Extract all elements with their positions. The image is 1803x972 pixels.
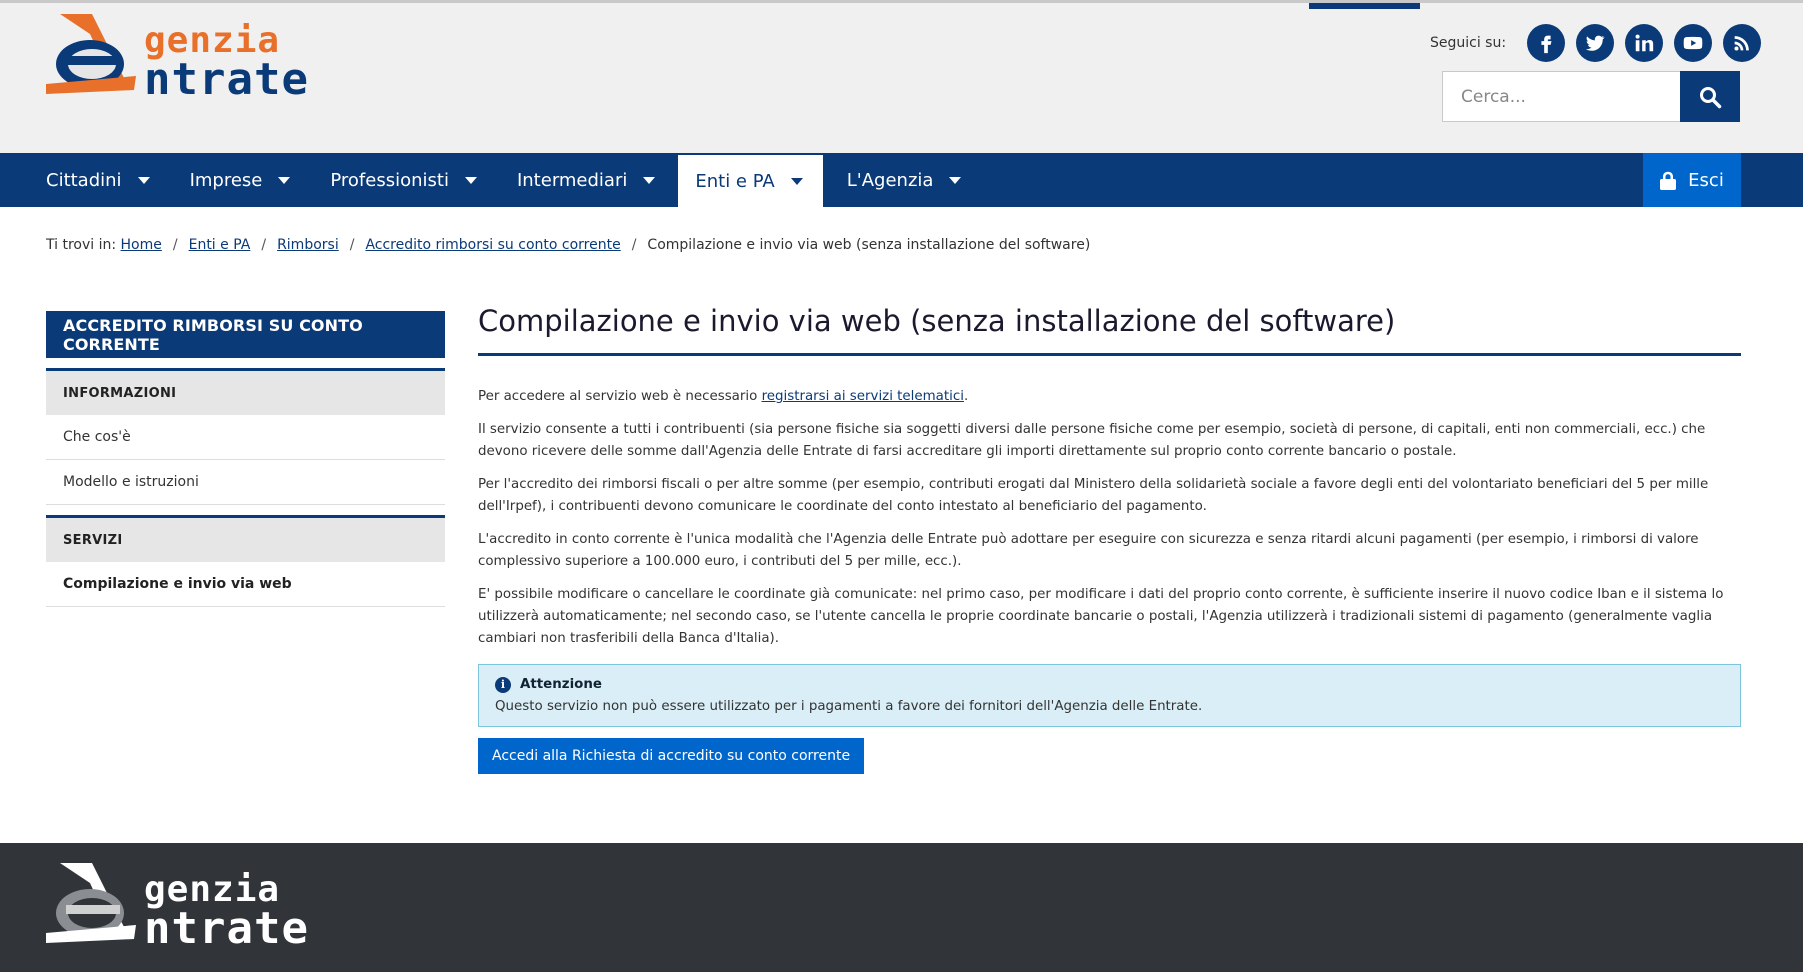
paragraph: E' possibile modificare o cancellare le … xyxy=(478,586,1724,646)
sidebar: ACCREDITO RIMBORSI SU CONTO CORRENTE INF… xyxy=(46,311,445,607)
nav-label: Intermediari xyxy=(516,169,628,191)
breadcrumb-current: Compilazione e invio via web (senza inst… xyxy=(647,237,1091,253)
logo-emblem-icon xyxy=(46,14,136,94)
linkedin-icon[interactable] xyxy=(1625,24,1664,62)
site-header: genzia ntrate Seguici su: xyxy=(0,0,1803,153)
caret-down-icon xyxy=(278,176,291,184)
search-button[interactable] xyxy=(1680,71,1740,122)
nav-item-cittadini[interactable]: Cittadini xyxy=(46,153,166,207)
breadcrumb-prefix: Ti trovi in: xyxy=(46,237,117,253)
breadcrumb-separator: / xyxy=(631,237,637,253)
facebook-icon[interactable] xyxy=(1527,24,1566,62)
registration-link[interactable]: registrarsi ai servizi telematici xyxy=(762,389,964,404)
sidebar-title[interactable]: ACCREDITO RIMBORSI SU CONTO CORRENTE xyxy=(46,311,445,358)
header-tab-indicator xyxy=(1309,3,1420,9)
caret-down-icon xyxy=(949,176,962,184)
caret-down-icon xyxy=(790,177,803,185)
article-body: Per accedere al servizio web è necessari… xyxy=(478,386,1741,650)
search-input[interactable] xyxy=(1443,72,1680,121)
breadcrumb-separator: / xyxy=(172,237,178,253)
alert-title: i Attenzione xyxy=(495,676,1724,693)
footer-logo[interactable]: genzia ntrate xyxy=(46,861,336,954)
nav-label: Professionisti xyxy=(330,169,449,191)
logout-button[interactable]: Esci xyxy=(1643,153,1741,207)
agenzia-entrate-logo[interactable]: genzia ntrate xyxy=(46,12,336,105)
caret-down-icon xyxy=(464,176,477,184)
paragraph: Per accedere al servizio web è necessari… xyxy=(478,386,1741,408)
paragraph: Per l'accredito dei rimborsi fiscali o p… xyxy=(478,476,1709,514)
breadcrumb-home[interactable]: Home xyxy=(121,237,162,253)
main-content: Compilazione e invio via web (senza inst… xyxy=(478,304,1741,774)
info-icon: i xyxy=(495,676,511,693)
access-request-button[interactable]: Accedi alla Richiesta di accredito su co… xyxy=(478,737,865,774)
paragraph-text: Per accedere al servizio web è necessari… xyxy=(478,388,762,404)
nav-item-professionisti[interactable]: Professionisti xyxy=(330,153,493,207)
social-links: Seguici su: xyxy=(1430,24,1762,62)
page-title: Compilazione e invio via web (senza inst… xyxy=(478,304,1741,356)
site-footer: genzia ntrate xyxy=(0,843,1803,972)
twitter-icon[interactable] xyxy=(1576,24,1615,62)
lock-icon xyxy=(1660,171,1677,190)
rss-icon[interactable] xyxy=(1723,24,1762,62)
sidebar-section-servizi: SERVIZI xyxy=(46,515,445,562)
search-box xyxy=(1442,71,1740,122)
nav-item-imprese[interactable]: Imprese xyxy=(190,153,307,207)
breadcrumb-enti-e-pa[interactable]: Enti e PA xyxy=(189,237,251,253)
caret-down-icon xyxy=(643,176,656,184)
sidebar-section-informazioni: INFORMAZIONI xyxy=(46,368,445,415)
nav-item-intermediari[interactable]: Intermediari xyxy=(517,153,671,207)
logo-text-ntrate: ntrate xyxy=(144,54,309,105)
caret-down-icon xyxy=(137,176,150,184)
nav-item-agenzia[interactable]: L'Agenzia xyxy=(847,153,978,207)
nav-label: Imprese xyxy=(189,169,263,191)
logo-text-ntrate: ntrate xyxy=(144,903,309,954)
breadcrumb: Ti trovi in: Home / Enti e PA / Rimborsi… xyxy=(46,237,1090,253)
breadcrumb-separator: / xyxy=(349,237,355,253)
paragraph: Il servizio consente a tutti i contribue… xyxy=(478,421,1706,459)
main-navigation: Cittadini Imprese Professionisti Interme… xyxy=(0,153,1803,207)
logout-label: Esci xyxy=(1688,169,1724,191)
youtube-icon[interactable] xyxy=(1674,24,1713,62)
sidebar-item-che-cose[interactable]: Che cos'è xyxy=(46,415,445,460)
nav-label: Enti e PA xyxy=(695,170,775,192)
alert-text: Questo servizio non può essere utilizzat… xyxy=(495,698,1203,714)
alert-title-text: Attenzione xyxy=(520,677,602,693)
search-icon xyxy=(1700,86,1722,108)
breadcrumb-rimborsi[interactable]: Rimborsi xyxy=(277,237,339,253)
nav-label: L'Agenzia xyxy=(846,169,934,191)
sidebar-item-modello-istruzioni[interactable]: Modello e istruzioni xyxy=(46,460,445,505)
follow-label: Seguici su: xyxy=(1430,35,1507,51)
paragraph-text: . xyxy=(963,388,969,404)
attention-alert: i Attenzione Questo servizio non può ess… xyxy=(478,663,1741,727)
logo-emblem-icon xyxy=(46,863,136,943)
breadcrumb-accredito[interactable]: Accredito rimborsi su conto corrente xyxy=(365,237,620,253)
nav-label: Cittadini xyxy=(46,169,122,191)
nav-item-enti-e-pa[interactable]: Enti e PA xyxy=(678,153,823,207)
sidebar-item-compilazione-web[interactable]: Compilazione e invio via web xyxy=(46,562,445,607)
paragraph: L'accredito in conto corrente è l'unica … xyxy=(478,531,1699,569)
breadcrumb-separator: / xyxy=(261,237,267,253)
